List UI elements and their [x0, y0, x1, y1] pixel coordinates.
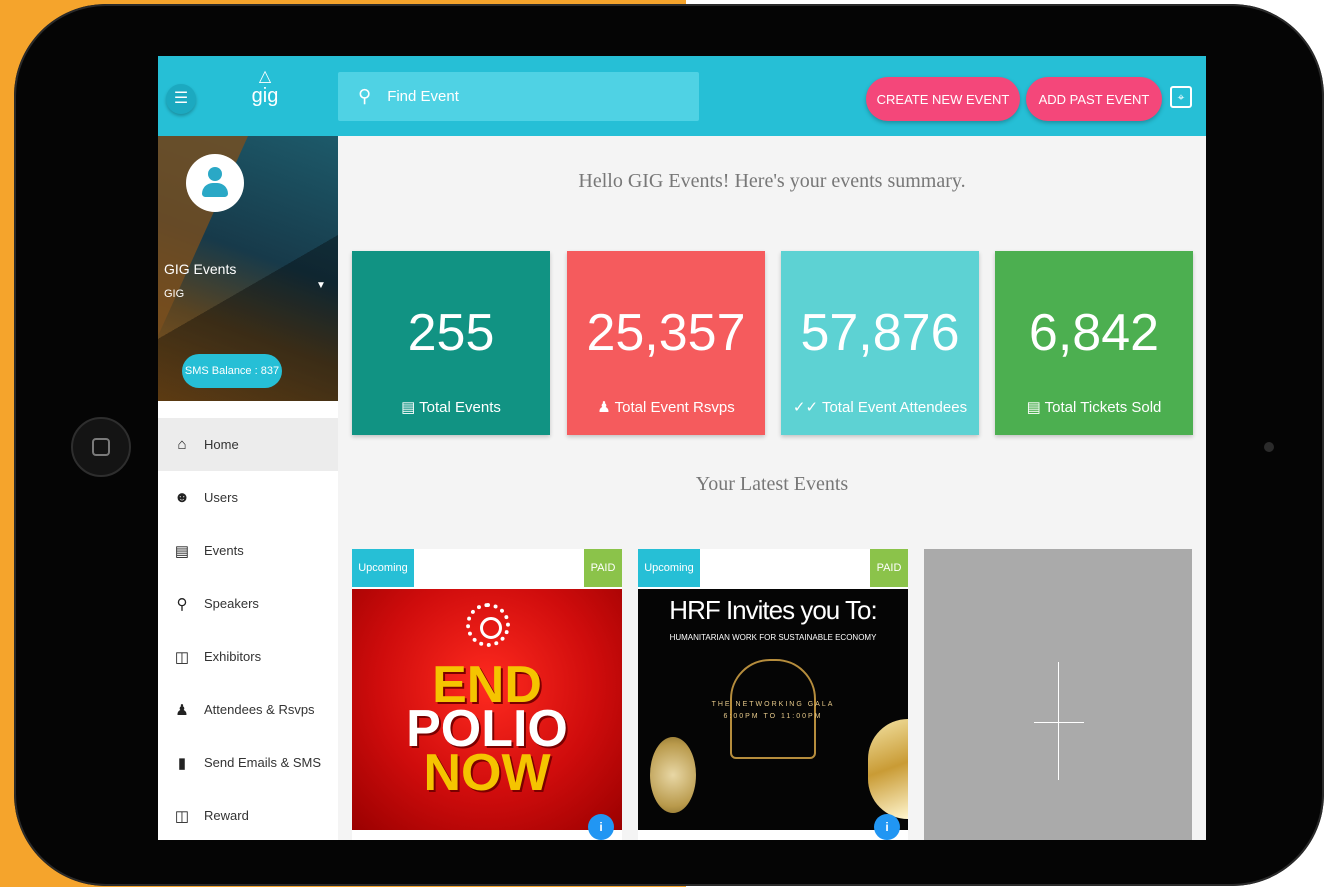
stat-card-total-tickets[interactable]: 6,842 ▤ Total Tickets Sold — [995, 251, 1193, 435]
top-bar: ☰ △ gig ⚲ CREATE NEW EVENT ADD PAST EVEN… — [158, 56, 1206, 136]
list-icon: ▤ — [174, 542, 190, 560]
poster-gold-curl — [868, 719, 908, 819]
avatar-body — [202, 183, 228, 197]
search-input[interactable] — [387, 88, 668, 105]
sidebar-item-users[interactable]: ☻ Users — [158, 471, 338, 524]
stat-label: ✓✓ Total Event Attendees — [781, 398, 979, 416]
stat-value: 25,357 — [586, 304, 746, 362]
microphone-icon: ⚲ — [176, 595, 188, 613]
sidebar-item-label: Reward — [204, 808, 249, 823]
rotary-logo — [466, 603, 510, 647]
stat-label: ♟ Total Event Rsvps — [567, 398, 765, 416]
sidebar-item-label: Events — [204, 543, 244, 558]
plus-icon-horizontal — [1034, 722, 1084, 723]
page-title: Hello GIG Events! Here's your events sum… — [578, 170, 966, 192]
event-poster[interactable]: HRF Invites you To: HUMANITARIAN WORK FO… — [638, 589, 908, 830]
list-icon: ▤ — [401, 399, 420, 416]
sidebar-item-events[interactable]: ▤ Events — [158, 524, 338, 577]
sms-balance-badge[interactable]: SMS Balance : 837 — [182, 354, 282, 388]
add-past-event-button[interactable]: ADD PAST EVENT — [1026, 77, 1162, 121]
sidebar-nav: ⌂ Home ☻ Users ▤ Events ⚲ Speakers ◫ Exh… — [158, 418, 338, 840]
app-screen: ☰ △ gig ⚲ CREATE NEW EVENT ADD PAST EVEN… — [158, 56, 1206, 840]
app-logo[interactable]: △ gig — [248, 68, 282, 118]
info-icon[interactable]: i — [874, 814, 900, 840]
people-icon: ♟ — [597, 399, 615, 416]
poster-subtitle: HUMANITARIAN WORK FOR SUSTAINABLE ECONOM… — [669, 633, 877, 642]
gift-icon: ◫ — [174, 807, 190, 825]
message-icon: ▮ — [177, 754, 187, 772]
sidebar-item-label: Home — [204, 437, 239, 452]
logo-text: gig — [251, 85, 279, 107]
stat-value: 6,842 — [1028, 304, 1160, 362]
poster-gala: THE NETWORKING GALA — [711, 701, 835, 708]
people-icon: ♟ — [175, 701, 189, 719]
logo-drop-icon: △ — [258, 68, 272, 85]
double-check-icon: ✓✓ — [792, 399, 822, 416]
price-badge: PAID — [584, 549, 622, 587]
profile-dropdown-icon[interactable]: ▼ — [316, 280, 326, 291]
status-badge: Upcoming — [638, 549, 700, 587]
badge-icon: ◫ — [174, 648, 190, 666]
price-badge: PAID — [870, 549, 908, 587]
search-icon: ⚲ — [358, 86, 372, 106]
poster-time: 6:00PM TO 11:00PM — [723, 713, 823, 720]
event-poster[interactable]: END POLIO NOW — [352, 589, 622, 830]
info-icon[interactable]: i — [588, 814, 614, 840]
hamburger-menu-icon[interactable]: ☰ — [166, 84, 196, 114]
fullscreen-icon[interactable]: ⌖ — [1170, 86, 1192, 108]
sidebar-item-label: Exhibitors — [204, 649, 262, 664]
sidebar-item-exhibitors[interactable]: ◫ Exhibitors — [158, 630, 338, 683]
stat-label: ▤ Total Tickets Sold — [995, 398, 1193, 416]
main-content: Hello GIG Events! Here's your events sum… — [338, 136, 1206, 840]
create-new-event-button[interactable]: CREATE NEW EVENT — [866, 77, 1020, 121]
stat-label-text: Total Tickets Sold — [1044, 399, 1162, 416]
event-card[interactable]: Upcoming PAID END POLIO NOW i — [352, 549, 622, 840]
latest-events-heading: Your Latest Events — [695, 473, 849, 495]
sidebar-item-label: Users — [204, 490, 238, 505]
search-bar: ⚲ — [338, 72, 699, 121]
event-card[interactable]: Upcoming PAID HRF Invites you To: HUMANI… — [638, 549, 908, 840]
stat-label-text: Total Event Rsvps — [614, 399, 735, 416]
sidebar-item-reward[interactable]: ◫ Reward — [158, 789, 338, 840]
stat-card-total-events[interactable]: 255 ▤ Total Events — [352, 251, 550, 435]
home-icon: ⌂ — [177, 436, 187, 453]
sidebar: GIG Events GIG ▼ SMS Balance : 837 ⌂ Hom… — [158, 136, 338, 840]
avatar[interactable] — [186, 154, 244, 212]
avatar-head — [208, 167, 222, 181]
sidebar-item-attendees[interactable]: ♟ Attendees & Rsvps — [158, 683, 338, 736]
stat-card-total-attendees[interactable]: 57,876 ✓✓ Total Event Attendees — [781, 251, 979, 435]
tablet-camera — [1264, 442, 1274, 452]
tablet-home-button[interactable] — [71, 417, 131, 477]
sidebar-item-send-emails[interactable]: ▮ Send Emails & SMS — [158, 736, 338, 789]
add-event-card[interactable] — [924, 549, 1192, 840]
stat-value: 57,876 — [800, 304, 960, 362]
poster-ornament — [730, 659, 816, 759]
profile-panel: GIG Events GIG ▼ SMS Balance : 837 — [158, 136, 338, 401]
sidebar-item-home[interactable]: ⌂ Home — [158, 418, 338, 471]
sidebar-item-label: Attendees & Rsvps — [204, 702, 315, 717]
status-badge: Upcoming — [352, 549, 414, 587]
sidebar-item-label: Send Emails & SMS — [204, 755, 322, 770]
profile-org: GIG — [164, 288, 185, 300]
plus-icon-vertical — [1058, 662, 1059, 780]
sidebar-item-speakers[interactable]: ⚲ Speakers — [158, 577, 338, 630]
ticket-icon: ▤ — [1026, 399, 1045, 416]
stat-label-text: Total Events — [419, 399, 501, 416]
user-face-icon: ☻ — [174, 489, 190, 506]
poster-title: HRF Invites you To: — [669, 595, 877, 625]
poster-line: NOW — [423, 744, 551, 802]
sidebar-item-label: Speakers — [204, 596, 259, 611]
stat-label-text: Total Event Attendees — [821, 399, 968, 416]
stat-card-total-rsvps[interactable]: 25,357 ♟ Total Event Rsvps — [567, 251, 765, 435]
stat-value: 255 — [407, 304, 495, 362]
poster-seal — [650, 737, 696, 813]
stat-label: ▤ Total Events — [352, 398, 550, 416]
profile-name: GIG Events — [164, 261, 237, 277]
